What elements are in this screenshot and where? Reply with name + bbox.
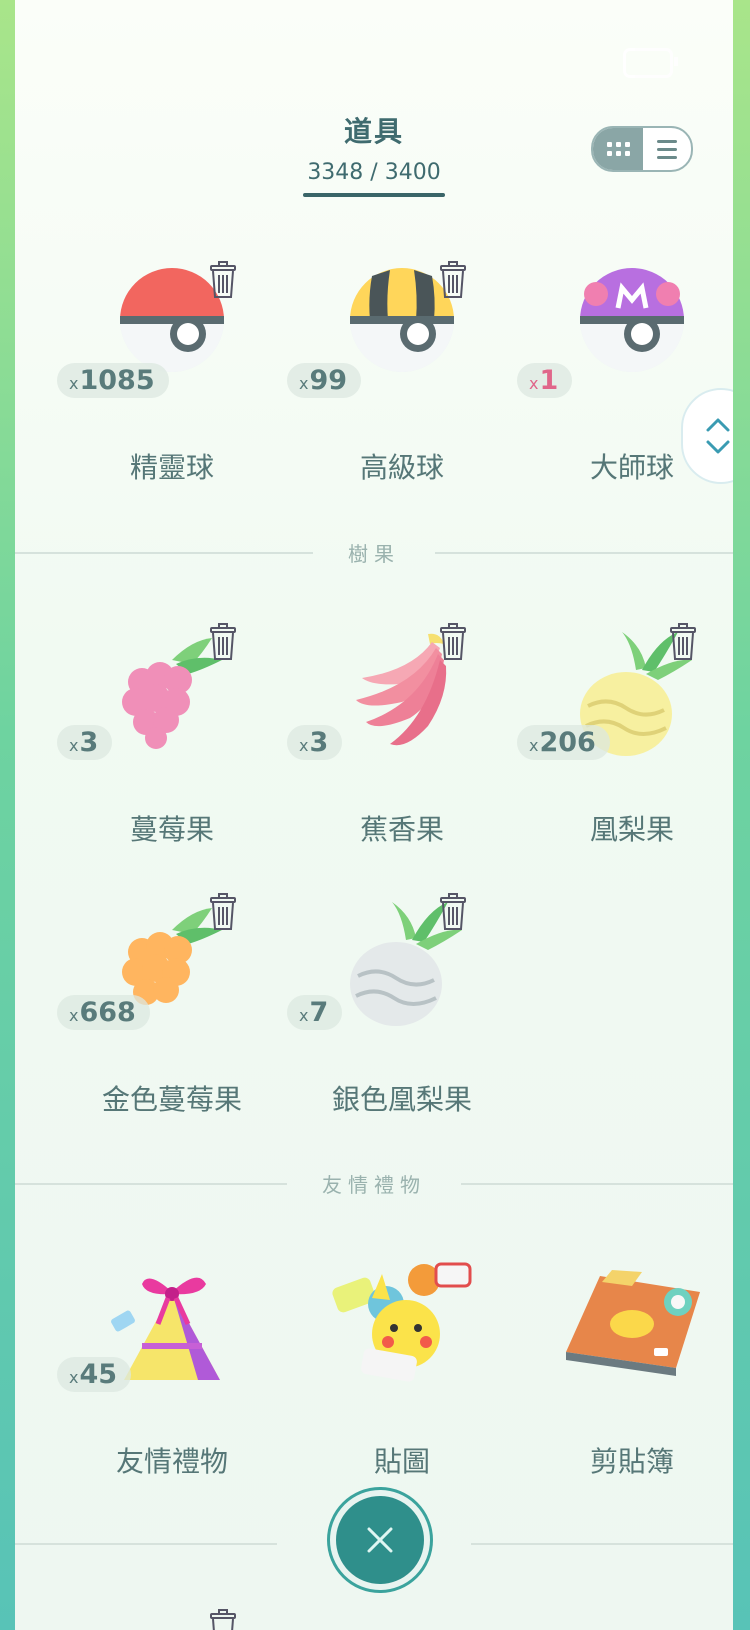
item-name: 蕉香果 — [359, 813, 444, 846]
item-quantity: x206 — [517, 725, 610, 760]
section-label: 樹果 — [348, 542, 400, 566]
trash-icon[interactable] — [207, 260, 239, 300]
master-ball-icon — [562, 268, 702, 408]
item-stickers[interactable]: 貼圖 — [287, 1262, 517, 1522]
item-name: 凰梨果 — [589, 813, 674, 846]
item-name: 銀色凰梨果 — [331, 1083, 472, 1116]
item-master-ball[interactable]: x1 大師球 — [517, 268, 733, 528]
item-name: 金色蔓莓果 — [101, 1083, 242, 1116]
bag-panel: 道具 3348 / 3400 x1085 精靈球 x99 高級球 x1 大師球 … — [15, 0, 733, 1630]
section-label: 友情禮物 — [322, 1173, 426, 1197]
item-name: 蔓莓果 — [129, 813, 214, 846]
item-silver-pinap-berry[interactable]: x7 銀色凰梨果 — [287, 893, 517, 1160]
trash-icon[interactable] — [207, 892, 239, 932]
item-quantity: x1085 — [57, 363, 169, 398]
list-view-button[interactable] — [643, 128, 691, 170]
view-toggle — [591, 126, 693, 172]
item-scrapbook[interactable]: 剪貼簿 — [517, 1262, 733, 1522]
trash-icon[interactable] — [437, 892, 469, 932]
item-nanab-berry[interactable]: x3 蕉香果 — [287, 623, 517, 890]
trash-icon[interactable] — [667, 622, 699, 662]
item-name: 友情禮物 — [115, 1445, 228, 1478]
item-name: 大師球 — [589, 451, 674, 484]
item-quantity: x3 — [57, 725, 113, 760]
close-button[interactable] — [330, 1490, 430, 1590]
item-quantity: x7 — [287, 995, 343, 1030]
item-pinap-berry[interactable]: x206 凰梨果 — [517, 623, 733, 890]
sticker-icon — [332, 1262, 472, 1402]
trash-icon[interactable] — [207, 622, 239, 662]
item-gift[interactable]: x45 友情禮物 — [57, 1262, 287, 1522]
status-bar — [623, 48, 678, 78]
section-divider-berries: 樹果 — [15, 542, 733, 566]
list-view-icon — [657, 139, 677, 159]
item-poke-ball[interactable]: x1085 精靈球 — [57, 261, 287, 528]
title-underline — [303, 193, 445, 197]
scrapbook-icon — [562, 1262, 702, 1402]
close-icon — [367, 1527, 393, 1553]
item-ultra-ball[interactable]: x99 高級球 — [287, 261, 517, 528]
battery-icon — [623, 48, 678, 78]
item-quantity: x1 — [517, 363, 573, 398]
item-name: 高級球 — [359, 451, 444, 484]
item-razz-berry[interactable]: x3 蔓莓果 — [57, 623, 287, 890]
item-name: 剪貼簿 — [589, 1445, 674, 1478]
section-divider-friendship: 友情禮物 — [15, 1173, 733, 1197]
item-golden-razz-berry[interactable]: x668 金色蔓莓果 — [57, 893, 287, 1160]
item-name: 精靈球 — [129, 451, 214, 484]
trash-icon[interactable] — [437, 260, 469, 300]
trash-icon[interactable] — [437, 622, 469, 662]
item-name: 貼圖 — [373, 1445, 430, 1478]
item-quantity: x668 — [57, 995, 150, 1030]
item-quantity: x3 — [287, 725, 343, 760]
item-quantity: x99 — [287, 363, 362, 398]
grid-view-button[interactable] — [593, 128, 643, 170]
trash-icon[interactable] — [207, 1608, 239, 1630]
item-quantity: x45 — [57, 1357, 132, 1392]
grid-view-icon — [606, 142, 630, 156]
